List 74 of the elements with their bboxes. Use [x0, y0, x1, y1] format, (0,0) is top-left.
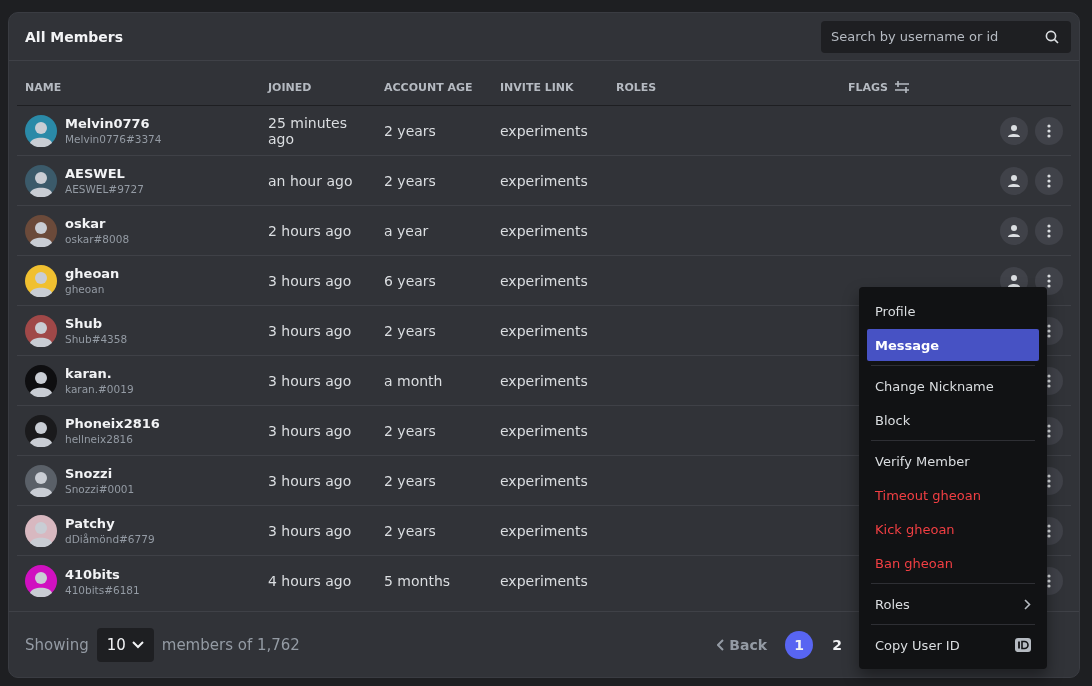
- menu-item[interactable]: Roles: [867, 588, 1039, 620]
- account-age-cell-text: 2 years: [384, 522, 437, 539]
- invite-link-cell-text: experiments: [500, 272, 589, 289]
- column-header: INVITE LINK: [500, 80, 574, 94]
- account-age-cell-text: 2 years: [384, 472, 437, 489]
- search-field[interactable]: Search by username or id: [821, 20, 1071, 53]
- invite-link-cell-text: experiments: [500, 573, 589, 589]
- column-header: JOINED: [268, 80, 312, 94]
- member-name: Patchy: [65, 516, 116, 531]
- page-size-select[interactable]: 10: [96, 627, 154, 662]
- account-age-cell-text: 6 years: [384, 272, 437, 289]
- menu-item[interactable]: Change Nickname: [867, 370, 1039, 402]
- member-name: gheoan: [65, 266, 120, 281]
- account-age-cell-text: 5 months: [384, 573, 452, 589]
- member-tag: AESWEL#9727: [65, 183, 144, 195]
- member-tag: Snozzi#0001: [65, 483, 135, 495]
- joined-cell-text: 3 hours ago: [268, 322, 353, 339]
- account-age-cell-text: a month: [384, 372, 444, 389]
- joined-cell-text: 25 minutes ago: [268, 114, 348, 147]
- invite-link-cell-text: experiments: [500, 372, 589, 389]
- account-age-cell-text: a year: [384, 222, 430, 239]
- invite-link-cell-text: experiments: [500, 422, 589, 439]
- joined-cell-text: 4 hours ago: [268, 573, 353, 589]
- page-title: All Members: [25, 28, 124, 45]
- account-age-cell-text: 2 years: [384, 322, 437, 339]
- member-count: members of 1,762: [161, 635, 300, 654]
- column-header: NAME: [25, 80, 62, 94]
- showing-label: Showing: [25, 635, 89, 654]
- invite-link-cell-text: experiments: [500, 122, 589, 139]
- invite-link-cell-text: experiments: [500, 472, 589, 489]
- menu-item[interactable]: Timeout gheoan: [867, 479, 1039, 511]
- member-name: 410bits: [65, 566, 121, 582]
- member-tag: hellneix2816: [65, 433, 160, 445]
- column-header: ROLES: [616, 80, 657, 94]
- invite-link-cell-text: experiments: [500, 322, 589, 339]
- member-tag: 410bits#6181: [65, 583, 140, 596]
- menu-item[interactable]: Copy User ID: [867, 629, 1039, 661]
- joined-cell-text: 3 hours ago: [268, 422, 353, 439]
- joined-cell-text: an hour ago: [268, 172, 354, 189]
- member-tag: oskar#8008: [65, 233, 130, 245]
- invite-link-cell-text: experiments: [500, 522, 589, 539]
- invite-link-cell-text: experiments: [500, 172, 589, 189]
- menu-item[interactable]: Verify Member: [867, 445, 1039, 477]
- menu-item[interactable]: Ban gheoan: [867, 547, 1039, 579]
- joined-cell-text: 3 hours ago: [268, 522, 353, 539]
- invite-link-cell-text: experiments: [500, 222, 589, 239]
- column-header: FLAGS: [848, 80, 888, 94]
- account-age-cell-text: 2 years: [384, 122, 437, 139]
- member-name: karan.: [65, 366, 113, 381]
- menu-item[interactable]: Message: [867, 329, 1039, 361]
- account-age-cell-text: 2 years: [384, 172, 437, 189]
- member-name: Melvin0776: [65, 116, 151, 131]
- joined-cell-text: 3 hours ago: [268, 372, 353, 389]
- page-button[interactable]: 2: [823, 630, 851, 659]
- joined-cell-text: 3 hours ago: [268, 472, 353, 489]
- member-tag: Shub#4358: [65, 333, 128, 345]
- menu-item[interactable]: Kick gheoan: [867, 513, 1039, 545]
- member-name: Phoneix2816: [65, 416, 160, 431]
- member-tag: gheoan: [65, 283, 120, 295]
- member-tag: karan.#0019: [65, 383, 134, 395]
- member-name: oskar: [65, 216, 107, 231]
- menu-item[interactable]: Block: [867, 404, 1039, 436]
- page-button[interactable]: 1: [785, 630, 813, 659]
- menu-item[interactable]: Profile: [867, 295, 1039, 327]
- member-name: Snozzi: [65, 466, 114, 481]
- member-name: AESWEL: [65, 166, 126, 181]
- column-header: ACCOUNT AGE: [384, 80, 473, 94]
- joined-cell-text: 2 hours ago: [268, 222, 353, 239]
- joined-cell-text: 3 hours ago: [268, 272, 353, 289]
- back-button[interactable]: Back: [709, 636, 775, 653]
- account-age-cell-text: 2 years: [384, 422, 437, 439]
- member-tag: dDiåmönd#6779: [65, 533, 155, 545]
- member-name: Shub: [65, 316, 104, 331]
- member-tag: Melvin0776#3374: [65, 133, 162, 145]
